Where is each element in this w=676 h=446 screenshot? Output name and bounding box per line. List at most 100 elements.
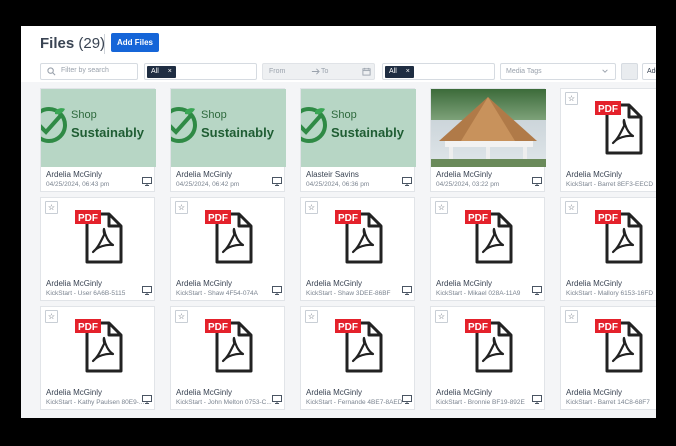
file-card[interactable]: PDF ☆ Ardelia McGinly KickStart - Kathy Pau…	[40, 306, 155, 410]
file-card[interactable]: Shop Sustainably Ardelia McGinly 04/25/2024…	[170, 88, 286, 192]
file-card[interactable]: PDF ☆ Ardelia McGinly KickStart - Bronnie B…	[430, 306, 545, 410]
file-card[interactable]: Shop Sustainably Alasteir Savins 04/25/2024…	[300, 88, 416, 192]
file-thumbnail: Shop Sustainably	[41, 89, 156, 167]
file-subtitle: 04/25/2024, 06:36 pm	[306, 181, 370, 188]
file-card[interactable]: PDF ☆ Ardelia McGinly KickStart - Barret 14…	[560, 306, 656, 410]
type-chip-label: All	[151, 68, 159, 75]
file-thumbnail: PDF	[301, 198, 416, 276]
file-owner-name: Ardelia McGinly	[566, 388, 623, 397]
file-thumbnail: PDF	[41, 307, 156, 385]
pdf-badge-text: PDF	[208, 322, 228, 333]
view-toggle-button[interactable]	[621, 63, 638, 80]
file-subtitle: 04/25/2024, 03:22 pm	[436, 181, 500, 188]
search-input[interactable]: Filter by search	[40, 63, 138, 80]
pdf-file-icon: PDF	[465, 319, 513, 373]
status-filter-select[interactable]: All ×	[382, 63, 495, 80]
file-thumbnail: PDF	[171, 198, 286, 276]
date-to-field[interactable]: To	[321, 68, 328, 75]
favorite-star-button[interactable]: ☆	[435, 310, 448, 323]
file-count: (29)	[78, 35, 106, 52]
favorite-star-button[interactable]: ☆	[305, 310, 318, 323]
favorite-star-button[interactable]: ☆	[305, 201, 318, 214]
pdf-file-icon: PDF	[205, 210, 253, 264]
monitor-icon	[532, 395, 542, 404]
file-owner-name: Ardelia McGinly	[176, 170, 233, 179]
status-filter-chip[interactable]: All ×	[385, 66, 414, 78]
file-card[interactable]: PDF ☆ Ardelia McGinly KickStart - Barret 8E…	[560, 88, 656, 192]
monitor-icon	[142, 286, 152, 295]
file-card[interactable]: Shop Sustainably Ardelia McGinly 04/25/2024…	[40, 88, 156, 192]
file-card[interactable]: PDF ☆ Ardelia McGinly KickStart - Fernande …	[300, 306, 415, 410]
file-card[interactable]: PDF ☆ Ardelia McGinly KickStart - John Melt…	[170, 306, 285, 410]
status-chip-label: All	[389, 68, 397, 75]
search-placeholder: Filter by search	[61, 67, 109, 74]
file-card[interactable]: PDF ☆ Ardelia McGinly KickStart - Mallory 6…	[560, 197, 656, 301]
file-subtitle: KickStart - John Melton 0753-C...	[176, 399, 272, 406]
arrow-right-icon	[311, 68, 320, 75]
close-icon[interactable]: ×	[168, 68, 172, 75]
type-filter-select[interactable]: All ×	[144, 63, 257, 80]
pdf-file-icon: PDF	[595, 101, 643, 155]
file-subtitle: KickStart - Barret 8EF3-EECD	[566, 181, 654, 188]
file-card[interactable]: PDF ☆ Ardelia McGinly KickStart - User 6A6B…	[40, 197, 155, 301]
pdf-badge-text: PDF	[338, 322, 358, 333]
monitor-icon	[272, 286, 282, 295]
files-header: Files (29) Add Files Filter by search Al…	[21, 26, 656, 82]
monitor-icon	[532, 286, 542, 295]
favorite-star-button[interactable]: ☆	[45, 310, 58, 323]
file-subtitle: KickStart - Mallory 6153-16FD	[566, 290, 654, 297]
device-bezel: Files (29) Add Files Filter by search Al…	[0, 0, 676, 446]
file-card[interactable]: PDF ☆ Ardelia McGinly KickStart - Mikael 02…	[430, 197, 545, 301]
file-owner-name: Ardelia McGinly	[306, 279, 363, 288]
title-divider	[104, 34, 105, 54]
pdf-badge-text: PDF	[598, 213, 618, 224]
file-card[interactable]: Ardelia McGinly 04/25/2024, 03:22 pm	[430, 88, 546, 192]
favorite-star-button[interactable]: ☆	[565, 310, 578, 323]
file-card[interactable]: PDF ☆ Ardelia McGinly KickStart - Shaw 4F54…	[170, 197, 285, 301]
checkmark-leaf-icon	[41, 107, 67, 143]
media-tags-placeholder: Media Tags	[506, 68, 542, 75]
file-subtitle: KickStart - Kathy Paulsen 80E9-...	[46, 399, 145, 406]
pdf-badge-text: PDF	[78, 322, 98, 333]
app-screen: Files (29) Add Files Filter by search Al…	[21, 26, 656, 418]
pdf-file-icon: PDF	[465, 210, 513, 264]
file-owner-name: Ardelia McGinly	[436, 170, 493, 179]
file-subtitle: KickStart - Mikael 028A-11A9	[436, 290, 521, 297]
date-from-field[interactable]: From	[269, 68, 285, 75]
thumb-sustainably-text: Sustainably	[331, 125, 404, 140]
file-thumbnail: PDF	[171, 307, 286, 385]
favorite-star-button[interactable]: ☆	[565, 92, 578, 105]
pdf-badge-text: PDF	[78, 213, 98, 224]
favorite-star-button[interactable]: ☆	[45, 201, 58, 214]
file-card[interactable]: PDF ☆ Ardelia McGinly KickStart - Shaw 3DEE…	[300, 197, 415, 301]
monitor-icon	[402, 395, 412, 404]
file-thumbnail: PDF	[41, 198, 156, 276]
favorite-star-button[interactable]: ☆	[175, 201, 188, 214]
type-filter-chip[interactable]: All ×	[147, 66, 176, 78]
favorite-star-button[interactable]: ☆	[565, 201, 578, 214]
file-owner-name: Ardelia McGinly	[46, 170, 103, 179]
file-thumbnail: Shop Sustainably	[301, 89, 416, 167]
checkmark-leaf-icon	[301, 107, 327, 143]
file-owner-name: Ardelia McGinly	[436, 279, 493, 288]
add-filter-button[interactable]: Add	[642, 63, 656, 80]
calendar-icon[interactable]	[362, 67, 371, 76]
monitor-icon	[402, 177, 412, 186]
pdf-file-icon: PDF	[595, 210, 643, 264]
favorite-star-button[interactable]: ☆	[175, 310, 188, 323]
thumb-shop-text: Shop	[71, 109, 97, 121]
favorite-star-button[interactable]: ☆	[435, 201, 448, 214]
file-subtitle: KickStart - Barret 14C8-68F7	[566, 399, 650, 406]
pdf-file-icon: PDF	[335, 319, 383, 373]
media-tags-select[interactable]: Media Tags	[500, 63, 616, 80]
date-range-picker[interactable]: From To	[262, 63, 375, 80]
pdf-badge-text: PDF	[598, 322, 618, 333]
file-subtitle: KickStart - Fernande 4BE7-8AED	[306, 399, 403, 406]
add-files-button[interactable]: Add Files	[111, 33, 160, 52]
file-thumbnail: PDF	[431, 307, 546, 385]
file-thumbnail: PDF	[431, 198, 546, 276]
file-thumbnail	[431, 89, 546, 167]
chevron-down-icon	[602, 69, 608, 73]
close-icon[interactable]: ×	[406, 68, 410, 75]
file-owner-name: Alasteir Savins	[306, 170, 359, 179]
